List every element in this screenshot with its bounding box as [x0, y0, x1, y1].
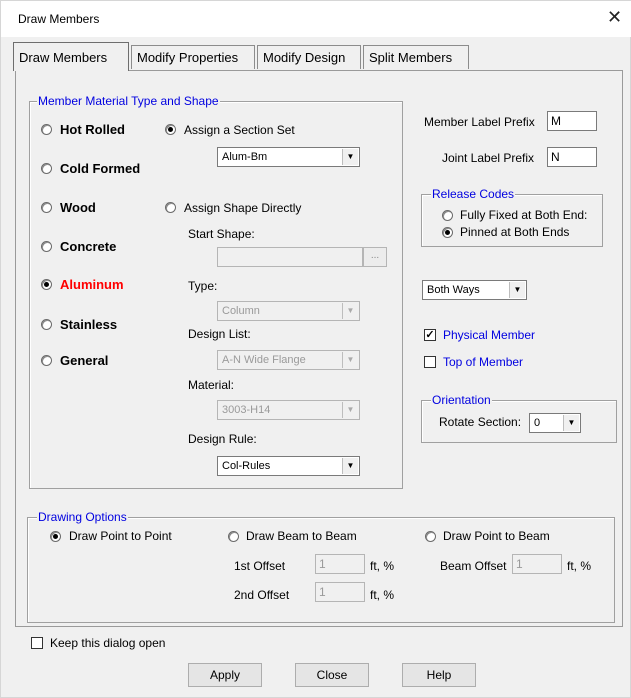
top-of-member-label: Top of Member — [443, 355, 524, 369]
radio-hot-rolled[interactable] — [41, 124, 52, 135]
beam-offset-units: ft, % — [567, 559, 592, 573]
chevron-down-icon: ▼ — [342, 352, 358, 368]
close-button[interactable]: Close — [295, 663, 369, 687]
radio-assign-shape-directly[interactable] — [165, 202, 176, 213]
physical-member-checkbox[interactable]: ✓ — [424, 329, 436, 341]
section-set-dropdown[interactable]: Alum-Bm ▼ — [217, 147, 360, 167]
rotate-section-value: 0 — [534, 417, 541, 429]
first-offset-units: ft, % — [370, 559, 395, 573]
keep-open-label: Keep this dialog open — [50, 636, 166, 650]
title-bar: Draw Members ✕ — [1, 1, 631, 37]
section-set-value: Alum-Bm — [222, 151, 268, 163]
release-codes-legend: Release Codes — [431, 187, 516, 201]
keep-open-checkbox[interactable] — [31, 637, 43, 649]
label-concrete: Concrete — [60, 239, 117, 254]
second-offset-input[interactable]: 1 — [315, 582, 365, 602]
label-draw-point-to-point: Draw Point to Point — [69, 529, 172, 543]
label-general: General — [60, 353, 109, 368]
label-hot-rolled: Hot Rolled — [60, 122, 125, 137]
orientation-legend: Orientation — [431, 393, 492, 407]
top-of-member-checkbox[interactable] — [424, 356, 436, 368]
second-offset-label: 2nd Offset — [234, 588, 290, 602]
label-wood: Wood — [60, 200, 96, 215]
label-draw-point-to-beam: Draw Point to Beam — [443, 529, 550, 543]
radio-draw-point-to-beam[interactable] — [425, 531, 436, 542]
radio-pinned[interactable] — [442, 227, 453, 238]
design-list-dropdown[interactable]: A-N Wide Flange ▼ — [217, 350, 360, 370]
tab-split-members[interactable]: Split Members — [363, 45, 469, 69]
tab-modify-design[interactable]: Modify Design — [257, 45, 361, 69]
label-assign-shape-directly: Assign Shape Directly — [184, 201, 302, 215]
radio-aluminum[interactable] — [41, 279, 52, 290]
chevron-down-icon: ▼ — [342, 402, 358, 418]
chevron-down-icon: ▼ — [342, 458, 358, 474]
first-offset-label: 1st Offset — [234, 559, 286, 573]
beam-offset-input[interactable]: 1 — [512, 554, 562, 574]
radio-draw-point-to-point[interactable] — [50, 531, 61, 542]
material-group-legend: Member Material Type and Shape — [37, 94, 220, 108]
apply-button[interactable]: Apply — [188, 663, 262, 687]
material-dropdown[interactable]: 3003-H14 ▼ — [217, 400, 360, 420]
design-rule-dropdown[interactable]: Col-Rules ▼ — [217, 456, 360, 476]
radio-concrete[interactable] — [41, 241, 52, 252]
start-shape-label: Start Shape: — [188, 227, 255, 241]
drawing-options-legend: Drawing Options — [37, 510, 128, 524]
radio-assign-section-set[interactable] — [165, 124, 176, 135]
beam-offset-label: Beam Offset — [440, 559, 507, 573]
label-cold-formed: Cold Formed — [60, 161, 141, 176]
help-button[interactable]: Help — [402, 663, 476, 687]
rotate-section-label: Rotate Section: — [439, 415, 522, 429]
direction-value: Both Ways — [427, 284, 480, 296]
label-stainless: Stainless — [60, 317, 118, 332]
radio-stainless[interactable] — [41, 319, 52, 330]
radio-wood[interactable] — [41, 202, 52, 213]
dialog-window: Draw Members ✕ Draw Members Modify Prope… — [0, 0, 631, 698]
tab-draw-members[interactable]: Draw Members — [13, 42, 129, 71]
chevron-down-icon: ▼ — [342, 149, 358, 165]
first-offset-input[interactable]: 1 — [315, 554, 365, 574]
label-fully-fixed: Fully Fixed at Both End: — [460, 208, 588, 222]
chevron-down-icon: ▼ — [342, 303, 358, 319]
radio-draw-beam-to-beam[interactable] — [228, 531, 239, 542]
radio-cold-formed[interactable] — [41, 163, 52, 174]
label-aluminum: Aluminum — [60, 277, 124, 292]
chevron-down-icon: ▼ — [563, 415, 579, 431]
member-prefix-label: Member Label Prefix — [424, 115, 535, 129]
type-label: Type: — [188, 279, 218, 293]
tab-modify-properties[interactable]: Modify Properties — [131, 45, 255, 69]
second-offset-units: ft, % — [370, 588, 395, 602]
design-list-label: Design List: — [188, 327, 251, 341]
type-dropdown[interactable]: Column ▼ — [217, 301, 360, 321]
close-icon[interactable]: ✕ — [607, 7, 622, 28]
design-rule-label: Design Rule: — [188, 432, 257, 446]
material-value: 3003-H14 — [222, 404, 271, 416]
member-prefix-input[interactable]: M — [547, 111, 597, 131]
radio-fully-fixed[interactable] — [442, 210, 453, 221]
label-pinned: Pinned at Both Ends — [460, 225, 570, 239]
browse-shape-button[interactable]: ... — [363, 247, 387, 267]
dialog-title: Draw Members — [18, 12, 100, 26]
joint-prefix-label: Joint Label Prefix — [442, 151, 535, 165]
label-draw-beam-to-beam: Draw Beam to Beam — [246, 529, 357, 543]
direction-dropdown[interactable]: Both Ways ▼ — [422, 280, 527, 300]
type-value: Column — [222, 305, 260, 317]
design-list-value: A-N Wide Flange — [222, 354, 306, 366]
radio-general[interactable] — [41, 355, 52, 366]
physical-member-label: Physical Member — [443, 328, 536, 342]
start-shape-input[interactable] — [217, 247, 363, 267]
chevron-down-icon: ▼ — [509, 282, 525, 298]
rotate-section-dropdown[interactable]: 0 ▼ — [529, 413, 581, 433]
material-label: Material: — [188, 378, 235, 392]
label-assign-section-set: Assign a Section Set — [184, 123, 295, 137]
design-rule-value: Col-Rules — [222, 460, 271, 472]
joint-prefix-input[interactable]: N — [547, 147, 597, 167]
